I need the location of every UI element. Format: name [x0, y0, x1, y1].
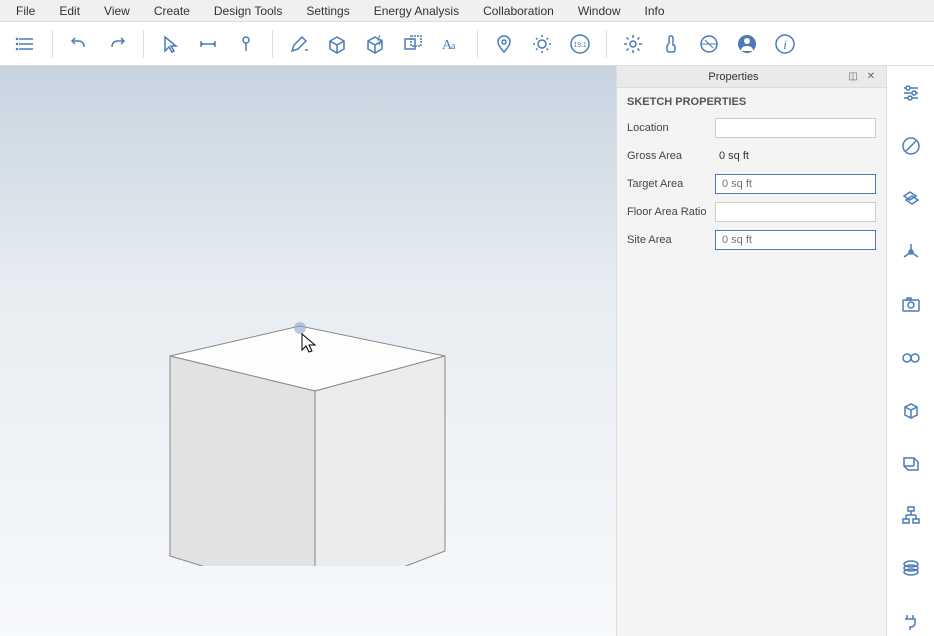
version-badge-icon[interactable]: 19.1 [562, 26, 598, 62]
menu-window[interactable]: Window [568, 1, 631, 21]
toolbar-separator [52, 30, 53, 58]
glasses-icon[interactable] [895, 342, 927, 373]
cursor-icon [300, 332, 320, 354]
toolbar-separator [477, 30, 478, 58]
cube-icon[interactable] [319, 26, 355, 62]
prop-row-floor-area-ratio: Floor Area Ratio [617, 198, 886, 226]
prop-row-site-area: Site Area [617, 226, 886, 254]
pin-icon[interactable] [228, 26, 264, 62]
prop-row-location: Location [617, 114, 886, 142]
layers-icon[interactable] [895, 183, 927, 214]
prop-row-target-area: Target Area [617, 170, 886, 198]
floor-area-ratio-label: Floor Area Ratio [627, 206, 707, 218]
target-area-label: Target Area [627, 178, 707, 190]
toolbar-separator [143, 30, 144, 58]
cube-model[interactable] [50, 186, 450, 566]
menu-info[interactable]: Info [635, 1, 675, 21]
gross-area-value: 0 sq ft [715, 147, 876, 165]
stack-icon[interactable] [895, 553, 927, 584]
info-icon[interactable]: i [767, 26, 803, 62]
menubar: File Edit View Create Design Tools Setti… [0, 0, 934, 22]
menu-collaboration[interactable]: Collaboration [473, 1, 564, 21]
axes-icon[interactable] [895, 236, 927, 267]
menu-settings[interactable]: Settings [296, 1, 359, 21]
toolbar: Aa 19.1 i [0, 22, 934, 66]
pencil-icon[interactable] [281, 26, 317, 62]
group-icon[interactable] [395, 26, 431, 62]
content-area: Properties ◫ ✕ SKETCH PROPERTIES Locatio… [0, 66, 934, 636]
target-area-input[interactable] [715, 174, 876, 194]
hierarchy-icon[interactable] [895, 500, 927, 531]
undo-icon[interactable] [61, 26, 97, 62]
sun-icon[interactable] [524, 26, 560, 62]
brush-icon[interactable] [895, 131, 927, 162]
floor-area-ratio-input[interactable] [715, 202, 876, 222]
box-open-icon[interactable] [895, 394, 927, 425]
svg-text:a: a [451, 41, 456, 52]
sketch-properties-heading: SKETCH PROPERTIES [617, 88, 886, 114]
gross-area-label: Gross Area [627, 150, 707, 162]
site-area-label: Site Area [627, 234, 707, 246]
properties-header: Properties ◫ ✕ [617, 66, 886, 88]
list-icon[interactable] [8, 26, 44, 62]
svg-text:i: i [783, 37, 787, 52]
toolbar-separator [606, 30, 607, 58]
svg-text:19.1: 19.1 [573, 42, 587, 49]
measure-icon[interactable] [190, 26, 226, 62]
menu-view[interactable]: View [94, 1, 140, 21]
plug-icon[interactable] [895, 605, 927, 636]
menu-design-tools[interactable]: Design Tools [204, 1, 292, 21]
close-panel-icon[interactable]: ✕ [864, 70, 878, 84]
menu-create[interactable]: Create [144, 1, 200, 21]
camera-icon[interactable] [895, 289, 927, 320]
location-input[interactable] [715, 118, 876, 138]
right-rail [886, 66, 934, 636]
section-icon[interactable] [895, 447, 927, 478]
menu-file[interactable]: File [6, 1, 45, 21]
toolbar-separator [272, 30, 273, 58]
user-icon[interactable] [729, 26, 765, 62]
menu-edit[interactable]: Edit [49, 1, 90, 21]
select-icon[interactable] [152, 26, 188, 62]
sliders-icon[interactable] [895, 78, 927, 109]
touch-icon[interactable] [653, 26, 689, 62]
cube-bolt-icon[interactable] [357, 26, 393, 62]
text-icon[interactable]: Aa [433, 26, 469, 62]
redo-icon[interactable] [99, 26, 135, 62]
site-area-input[interactable] [715, 230, 876, 250]
share-icon[interactable] [691, 26, 727, 62]
menu-energy-analysis[interactable]: Energy Analysis [364, 1, 469, 21]
properties-title: Properties [625, 71, 842, 83]
gear-icon[interactable] [615, 26, 651, 62]
location-pin-icon[interactable] [486, 26, 522, 62]
pin-panel-icon[interactable]: ◫ [846, 70, 860, 84]
prop-row-gross-area: Gross Area 0 sq ft [617, 142, 886, 170]
properties-panel: Properties ◫ ✕ SKETCH PROPERTIES Locatio… [616, 66, 886, 636]
location-label: Location [627, 122, 707, 134]
viewport-3d[interactable] [0, 66, 616, 636]
